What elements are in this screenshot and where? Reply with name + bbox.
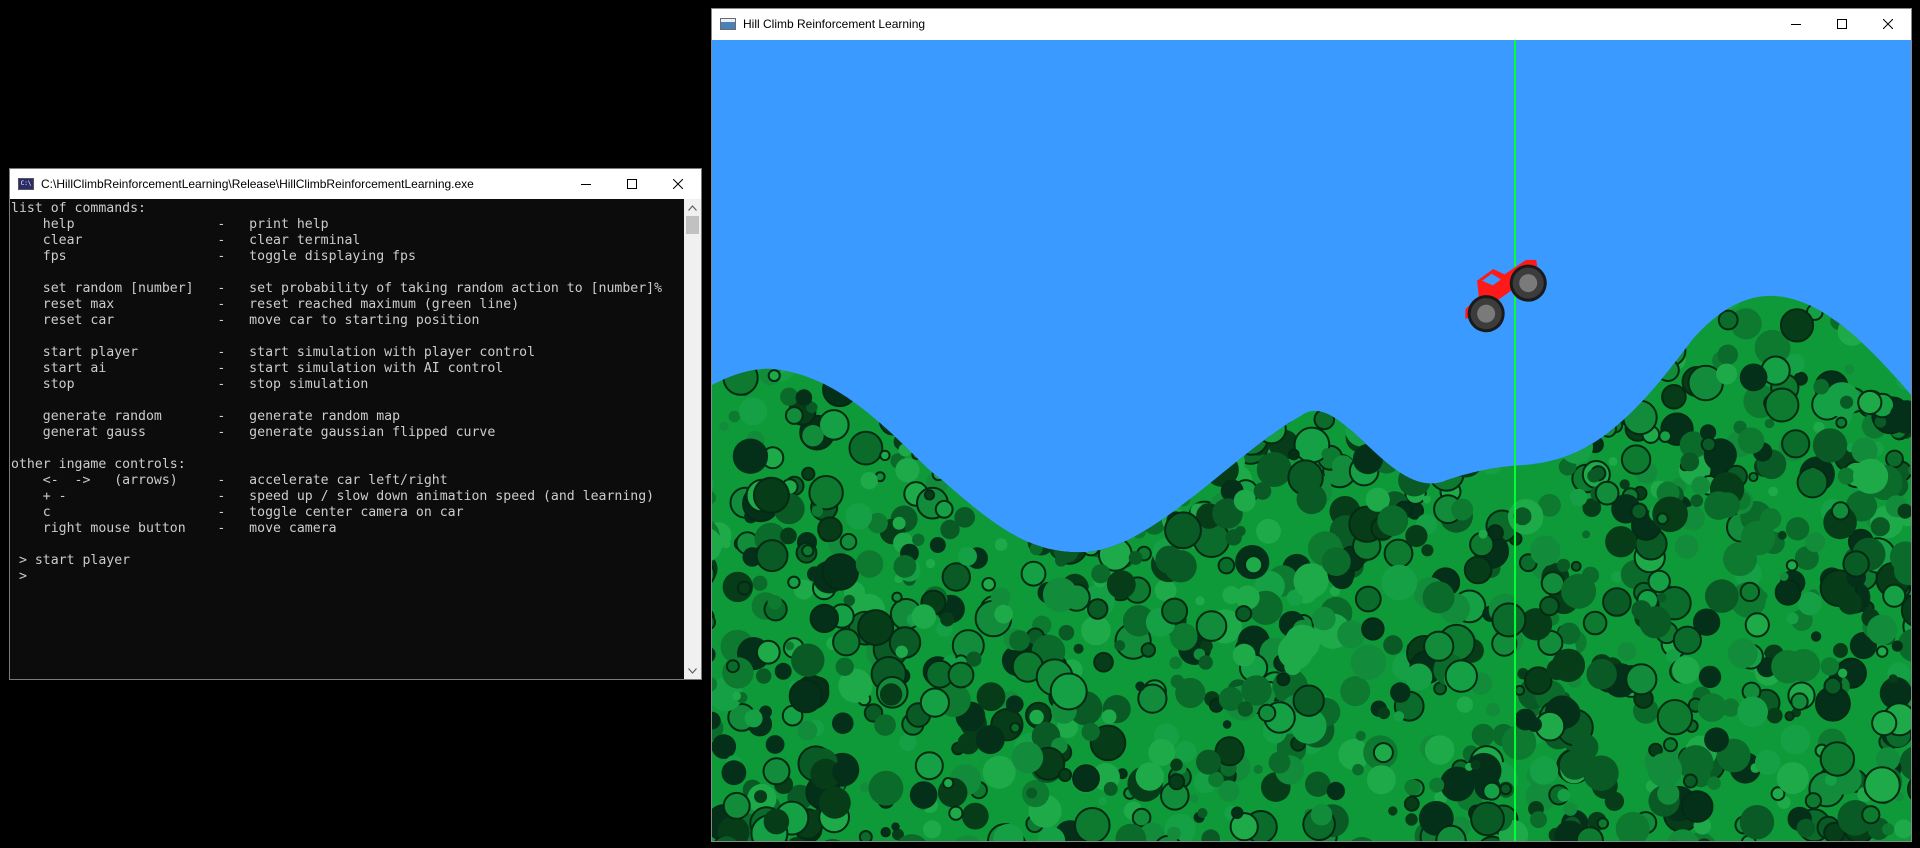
- close-icon: [673, 179, 683, 189]
- game-scene: [712, 40, 1911, 841]
- console-app-icon: C:\: [18, 178, 34, 190]
- game-window: Hill Climb Reinforcement Learning: [711, 8, 1912, 842]
- close-button[interactable]: [1865, 9, 1911, 39]
- game-canvas[interactable]: [712, 40, 1911, 841]
- scroll-down-button[interactable]: [684, 662, 701, 679]
- close-icon: [1883, 19, 1893, 29]
- chevron-down-icon: [688, 667, 697, 674]
- console-title: C:\HillClimbReinforcementLearning\Releas…: [41, 177, 474, 191]
- maximize-icon: [627, 179, 637, 189]
- console-titlebar[interactable]: C:\ C:\HillClimbReinforcementLearning\Re…: [10, 169, 701, 199]
- game-titlebar[interactable]: Hill Climb Reinforcement Learning: [712, 9, 1911, 39]
- console-text: list of commands: help - print help clea…: [11, 201, 663, 584]
- console-window-controls: [563, 169, 701, 199]
- maximize-icon: [1837, 19, 1847, 29]
- game-title: Hill Climb Reinforcement Learning: [743, 17, 926, 31]
- minimize-icon: [581, 184, 591, 185]
- console-output[interactable]: list of commands: help - print help clea…: [10, 199, 684, 679]
- scroll-thumb[interactable]: [686, 216, 699, 234]
- vertical-scrollbar[interactable]: [684, 199, 701, 679]
- minimize-icon: [1791, 24, 1801, 25]
- maximize-button[interactable]: [1819, 9, 1865, 39]
- scroll-up-button[interactable]: [684, 199, 701, 216]
- game-window-controls: [1773, 9, 1911, 39]
- minimize-button[interactable]: [1773, 9, 1819, 39]
- close-button[interactable]: [655, 169, 701, 199]
- maximize-button[interactable]: [609, 169, 655, 199]
- window-app-icon: [720, 18, 736, 30]
- minimize-button[interactable]: [563, 169, 609, 199]
- chevron-up-icon: [688, 204, 697, 211]
- console-window: C:\ C:\HillClimbReinforcementLearning\Re…: [9, 168, 702, 680]
